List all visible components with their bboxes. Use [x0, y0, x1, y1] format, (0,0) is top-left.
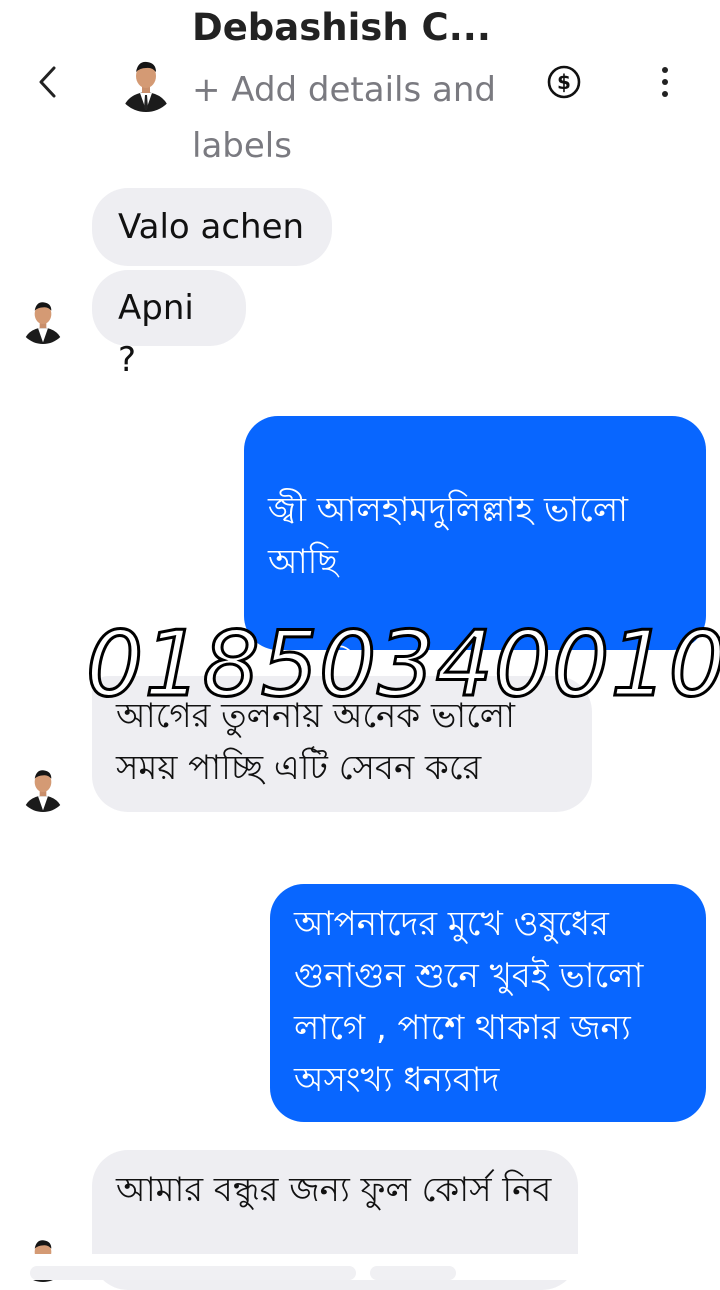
message-text: আপনাদের মুখে ওষুধের গুনাগুন শুনে খুবই ভা… — [294, 904, 644, 1100]
back-button[interactable] — [28, 62, 68, 102]
message-text: আমার বন্ধুর জন্য ফুল কোর্স নিব — [116, 1170, 552, 1210]
more-vertical-icon — [662, 67, 668, 73]
contact-avatar[interactable] — [116, 52, 176, 112]
phone-number-watermark: 01850340010 — [85, 611, 720, 719]
sender-avatar[interactable] — [18, 294, 68, 344]
message-text: Valo achen — [118, 207, 305, 247]
dollar-circle-icon: $ — [547, 65, 581, 99]
sender-avatar[interactable] — [18, 762, 68, 812]
chat-header: Debashish C... + Add details and labels … — [0, 0, 720, 170]
message-outgoing[interactable]: আপনাদের মুখে ওষুধের গুনাগুন শুনে খুবই ভা… — [270, 884, 706, 1122]
add-details-link[interactable]: + Add details and labels — [192, 62, 512, 174]
svg-text:$: $ — [557, 70, 571, 94]
message-text: Apni ? — [118, 288, 194, 380]
message-incoming[interactable]: Valo achen — [92, 188, 332, 266]
quick-reply-chip[interactable] — [370, 1266, 456, 1280]
contact-name[interactable]: Debashish C... — [192, 6, 491, 49]
chevron-left-icon — [39, 66, 56, 98]
message-incoming[interactable]: Apni ? — [92, 270, 246, 380]
more-options-button[interactable] — [650, 62, 680, 102]
quick-reply-chip[interactable] — [30, 1266, 356, 1280]
payment-button[interactable]: $ — [546, 64, 582, 100]
